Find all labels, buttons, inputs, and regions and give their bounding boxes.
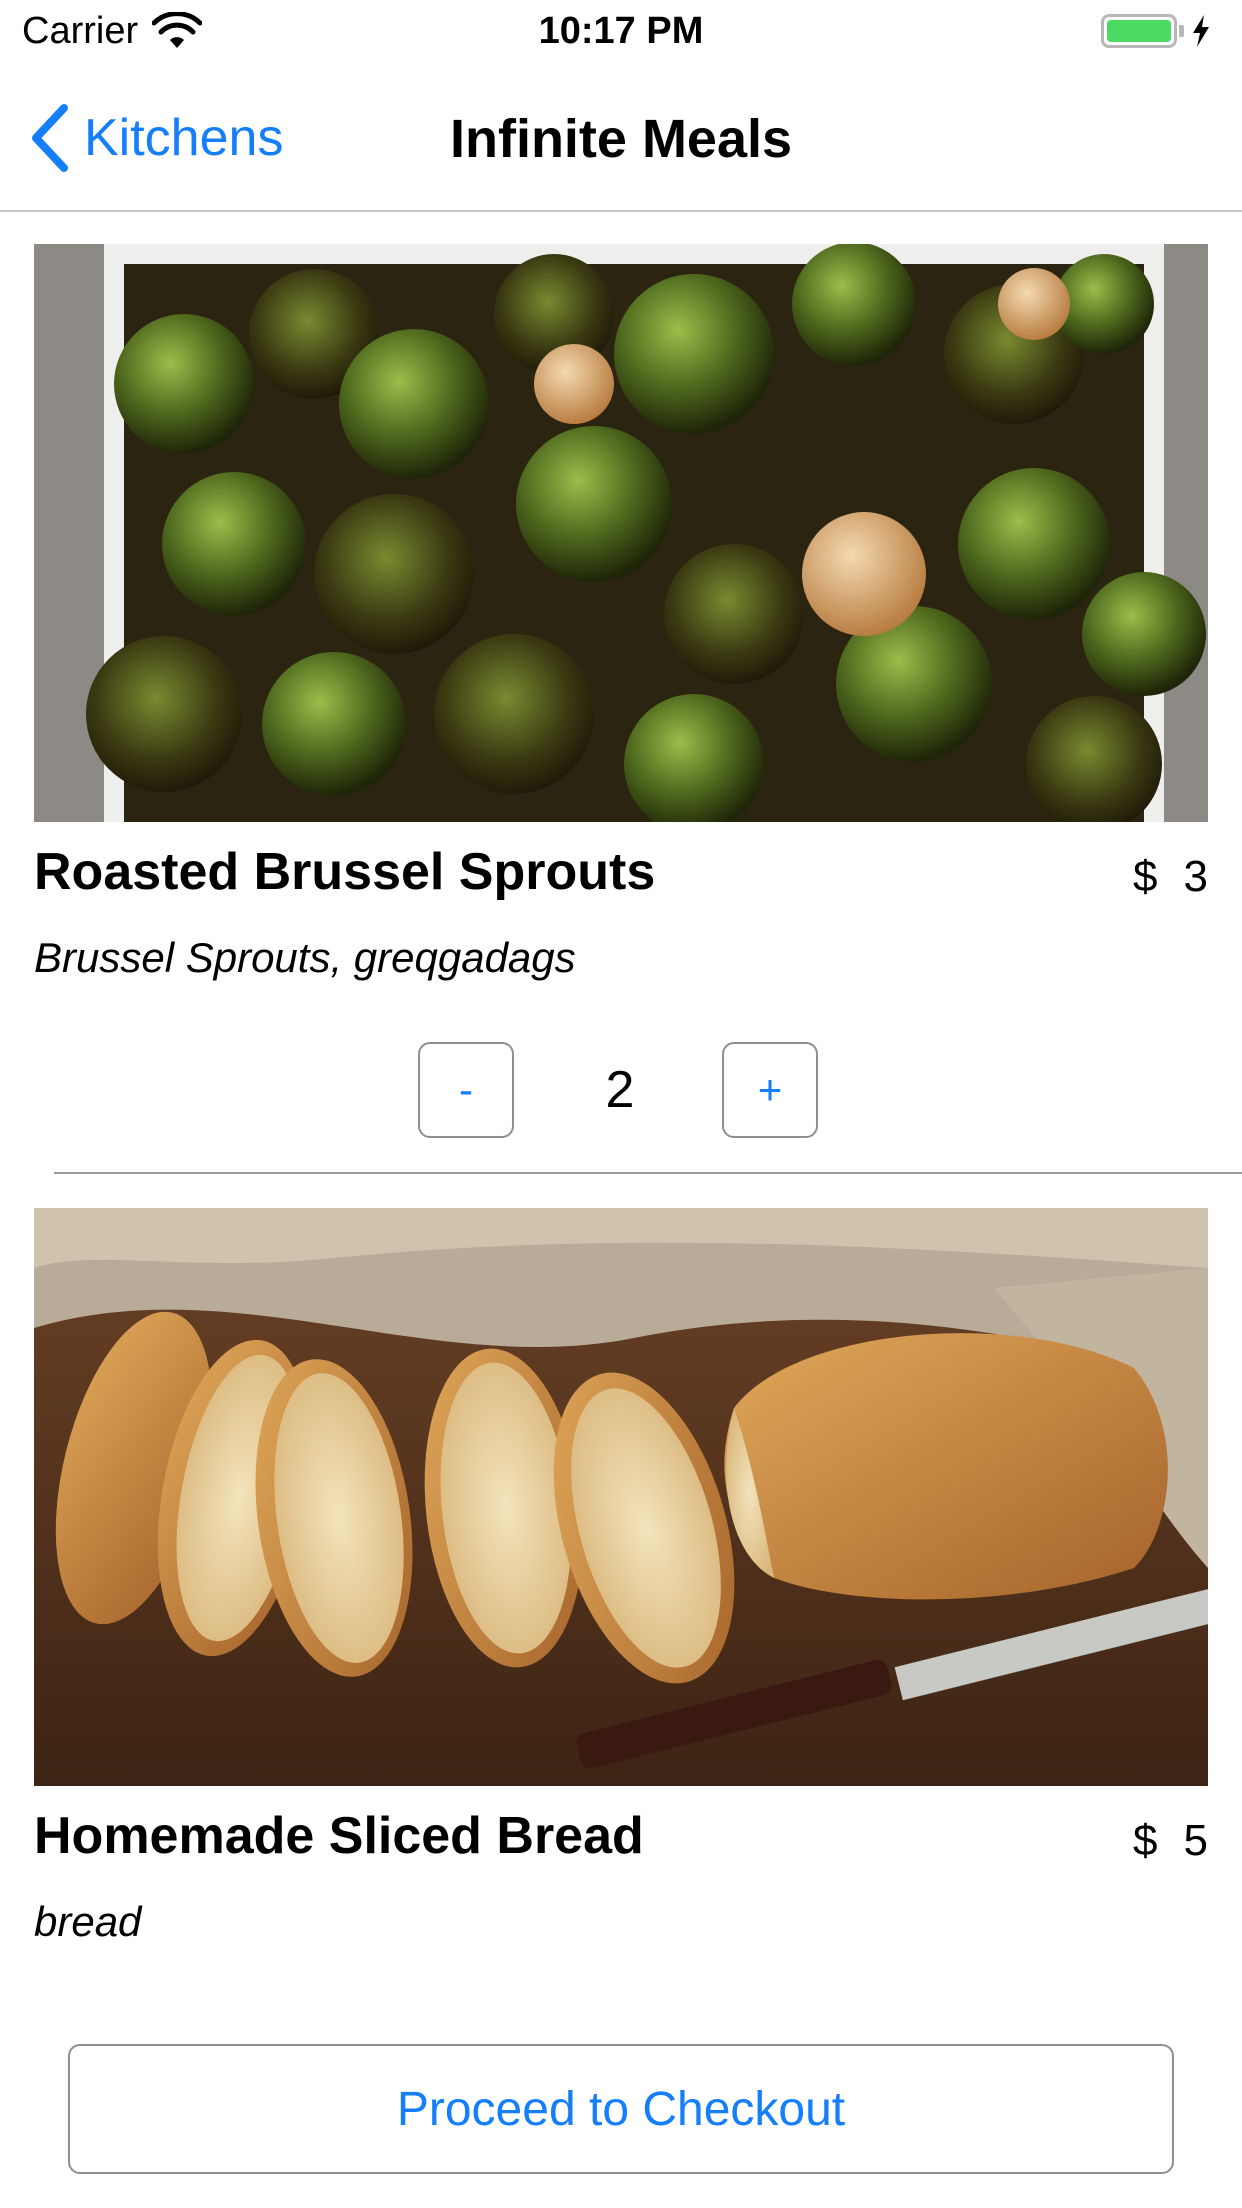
item-separator (54, 1172, 1242, 1174)
meal-photo-sliced-bread (34, 1208, 1208, 1786)
meal-photo-brussel-sprouts (34, 244, 1208, 822)
battery-icon (1101, 14, 1177, 48)
page-title: Infinite Meals (449, 109, 793, 169)
increment-quantity-button[interactable]: + (722, 1042, 818, 1138)
battery-level-fill (1107, 20, 1171, 42)
status-bar: Carrier 10:17 PM (0, 0, 1242, 66)
status-time: 10:17 PM (538, 10, 704, 52)
price-value: 3 (1183, 852, 1208, 901)
quantity-value: 2 (605, 1061, 635, 1119)
meal-name: Roasted Brussel Sprouts (34, 843, 656, 901)
meal-price: $ 5 (1133, 1816, 1208, 1866)
proceed-to-checkout-button[interactable]: Proceed to Checkout (68, 2044, 1174, 2174)
meal-name: Homemade Sliced Bread (34, 1807, 644, 1865)
decrement-quantity-button[interactable]: - (418, 1042, 514, 1138)
meal-description: Brussel Sprouts, greqgadags (34, 934, 576, 981)
battery-cap (1179, 25, 1184, 37)
meal-price: $ 3 (1133, 852, 1208, 902)
meal-description: bread (34, 1898, 142, 1945)
battery-indicator (1101, 14, 1212, 48)
charging-bolt-icon (1193, 15, 1209, 47)
app-screen: Carrier 10:17 PM Kitchens Infinite Meals… (0, 0, 1242, 2208)
navigation-bar: Kitchens Infinite Meals (0, 66, 1242, 212)
price-value: 5 (1183, 1816, 1208, 1865)
currency-symbol: $ (1133, 852, 1158, 901)
currency-symbol: $ (1133, 1816, 1158, 1865)
